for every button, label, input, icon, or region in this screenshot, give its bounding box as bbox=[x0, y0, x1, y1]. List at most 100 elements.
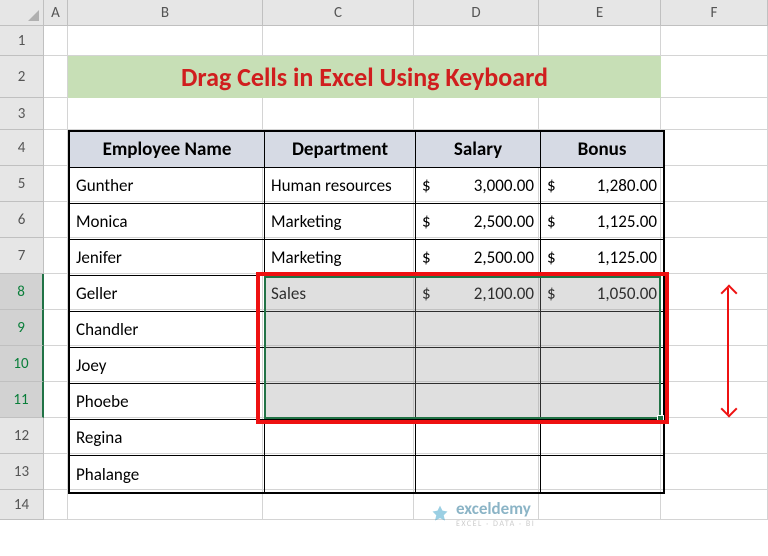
row-header-3[interactable]: 3 bbox=[0, 98, 43, 130]
row-header-14[interactable]: 14 bbox=[0, 490, 43, 520]
table-header[interactable]: Salary bbox=[416, 132, 541, 168]
cell[interactable] bbox=[44, 274, 68, 310]
row-header-4[interactable]: 4 bbox=[0, 130, 43, 166]
col-header-E[interactable]: E bbox=[539, 0, 661, 25]
cell[interactable] bbox=[661, 56, 768, 98]
cell[interactable] bbox=[44, 382, 68, 418]
table-cell[interactable]: $1,125.00 bbox=[541, 240, 663, 276]
table-cell[interactable]: $3,000.00 bbox=[416, 168, 541, 204]
cell[interactable] bbox=[44, 202, 68, 238]
col-header-A[interactable]: A bbox=[44, 0, 68, 25]
table-header[interactable]: Department bbox=[265, 132, 416, 168]
table-cell[interactable]: Monica bbox=[70, 204, 265, 240]
cell[interactable] bbox=[661, 26, 768, 56]
table-cell[interactable]: $2,100.00 bbox=[416, 276, 541, 312]
table-cell[interactable]: Phoebe bbox=[70, 384, 265, 420]
table-cell[interactable]: Geller bbox=[70, 276, 265, 312]
table-cell[interactable]: Chandler bbox=[70, 312, 265, 348]
row-header-11[interactable]: 11 bbox=[0, 382, 44, 418]
cell[interactable] bbox=[263, 26, 414, 56]
cell[interactable] bbox=[68, 26, 263, 56]
row-header-2[interactable]: 2 bbox=[0, 56, 43, 98]
row-header-1[interactable]: 1 bbox=[0, 26, 43, 56]
table-cell[interactable] bbox=[416, 348, 541, 384]
cell[interactable] bbox=[44, 26, 68, 56]
table-cell[interactable] bbox=[265, 384, 416, 420]
cell[interactable] bbox=[539, 26, 661, 56]
table-cell[interactable]: Marketing bbox=[265, 204, 416, 240]
cell[interactable] bbox=[263, 98, 414, 130]
cell[interactable] bbox=[414, 98, 539, 130]
col-header-D[interactable]: D bbox=[414, 0, 539, 25]
table-cell[interactable] bbox=[541, 348, 663, 384]
cell[interactable] bbox=[263, 490, 414, 520]
select-all-corner[interactable] bbox=[0, 0, 44, 26]
table-cell[interactable] bbox=[265, 420, 416, 456]
table-cell[interactable]: Sales bbox=[265, 276, 416, 312]
cell[interactable] bbox=[44, 490, 68, 520]
table-cell[interactable]: Gunther bbox=[70, 168, 265, 204]
row-header-13[interactable]: 13 bbox=[0, 454, 43, 490]
cell[interactable] bbox=[44, 418, 68, 454]
table-cell[interactable]: Jenifer bbox=[70, 240, 265, 276]
cell[interactable] bbox=[661, 454, 768, 490]
cell[interactable] bbox=[44, 56, 68, 98]
table-cell[interactable] bbox=[416, 384, 541, 420]
cell[interactable] bbox=[539, 98, 661, 130]
cell[interactable] bbox=[44, 310, 68, 346]
col-header-F[interactable]: F bbox=[661, 0, 768, 25]
table-cell[interactable] bbox=[541, 312, 663, 348]
cell[interactable] bbox=[414, 26, 539, 56]
table-cell[interactable]: Marketing bbox=[265, 240, 416, 276]
table-cell[interactable] bbox=[541, 384, 663, 420]
row-header-6[interactable]: 6 bbox=[0, 202, 43, 238]
table-cell[interactable] bbox=[416, 420, 541, 456]
table-cell[interactable] bbox=[541, 420, 663, 456]
cell[interactable] bbox=[44, 166, 68, 202]
table-cell[interactable]: $2,500.00 bbox=[416, 204, 541, 240]
cell[interactable] bbox=[68, 490, 263, 520]
table-cell[interactable]: Joey bbox=[70, 348, 265, 384]
cell[interactable] bbox=[661, 98, 768, 130]
cell[interactable] bbox=[44, 98, 68, 130]
table-cell[interactable]: $1,125.00 bbox=[541, 204, 663, 240]
cell[interactable] bbox=[44, 346, 68, 382]
cell[interactable] bbox=[661, 274, 768, 310]
cell[interactable] bbox=[539, 490, 661, 520]
table-cell[interactable]: $1,280.00 bbox=[541, 168, 663, 204]
fill-handle[interactable] bbox=[657, 415, 664, 422]
table-cell[interactable]: Human resources bbox=[265, 168, 416, 204]
row-header-9[interactable]: 9 bbox=[0, 310, 44, 346]
col-header-C[interactable]: C bbox=[263, 0, 414, 25]
cell[interactable] bbox=[661, 130, 768, 166]
table-cell[interactable]: Regina bbox=[70, 420, 265, 456]
cell[interactable] bbox=[661, 310, 768, 346]
cell[interactable] bbox=[661, 238, 768, 274]
cell[interactable] bbox=[44, 130, 68, 166]
table-cell[interactable] bbox=[265, 312, 416, 348]
cell[interactable] bbox=[661, 382, 768, 418]
cell[interactable] bbox=[661, 490, 768, 520]
table-cell[interactable]: $1,050.00 bbox=[541, 276, 663, 312]
table-cell[interactable]: Phalange bbox=[70, 456, 265, 492]
cell[interactable] bbox=[661, 166, 768, 202]
row-header-12[interactable]: 12 bbox=[0, 418, 43, 454]
table-header[interactable]: Employee Name bbox=[70, 132, 265, 168]
table-cell[interactable] bbox=[265, 456, 416, 492]
cell[interactable] bbox=[68, 98, 263, 130]
cell[interactable] bbox=[44, 454, 68, 490]
table-cell[interactable]: $2,500.00 bbox=[416, 240, 541, 276]
table-cell[interactable] bbox=[265, 348, 416, 384]
table-cell[interactable] bbox=[416, 312, 541, 348]
row-header-8[interactable]: 8 bbox=[0, 274, 44, 310]
cell[interactable] bbox=[661, 346, 768, 382]
table-cell[interactable] bbox=[541, 456, 663, 492]
row-header-5[interactable]: 5 bbox=[0, 166, 43, 202]
table-header[interactable]: Bonus bbox=[541, 132, 663, 168]
cell[interactable] bbox=[661, 202, 768, 238]
row-header-10[interactable]: 10 bbox=[0, 346, 44, 382]
col-header-B[interactable]: B bbox=[68, 0, 263, 25]
row-header-7[interactable]: 7 bbox=[0, 238, 43, 274]
cell[interactable] bbox=[44, 238, 68, 274]
table-cell[interactable] bbox=[416, 456, 541, 492]
